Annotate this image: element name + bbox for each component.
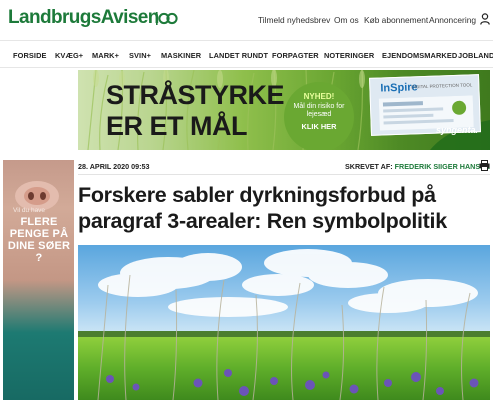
syngenta-logo: syngenta. [436, 125, 479, 135]
link-advertising[interactable]: Annoncering [429, 15, 476, 25]
banner-ad[interactable]: STRÅSTYRKE ER ET MÅL NYHED! Mål din risi… [78, 70, 490, 150]
nav-item-forpagter[interactable]: FORPAGTER [272, 51, 319, 60]
link-subscribe[interactable]: Køb abonnement [364, 15, 428, 25]
user-icon[interactable] [480, 13, 490, 25]
nav-item-forside[interactable]: FORSIDE [13, 51, 47, 60]
side-ad[interactable]: Vil du have FLERE PENGE PÅ DINE SØER ? [3, 160, 74, 400]
link-newsletter[interactable]: Tilmeld nyhedsbrev [258, 15, 330, 25]
nav-item-ejendomsmarked[interactable]: EJENDOMSMARKED [382, 51, 457, 60]
print-icon[interactable] [479, 160, 490, 171]
side-ad-headline: FLERE PENGE PÅ DINE SØER ? [7, 216, 71, 264]
article-date: 28. APRIL 2020 09:53 [78, 162, 150, 171]
logo-rings-icon [156, 12, 178, 25]
meta-divider [78, 174, 490, 175]
side-ad-line3: DINE SØER [7, 240, 71, 252]
nav-item-kvaeg[interactable]: KVÆG+ [55, 51, 83, 60]
banner-badge-title: NYHED! [303, 92, 335, 101]
logo-text-avisen: Avisen [100, 7, 160, 28]
article-byline: SKREVET AF: FREDERIK SIIGER HANSEN [345, 162, 490, 171]
article-hero-image[interactable] [78, 245, 490, 400]
banner-cta-button[interactable]: KLIK HER [292, 122, 346, 131]
side-ad-line1: FLERE [20, 216, 58, 228]
nav-item-landet-rundt[interactable]: LANDET RUNDT [209, 51, 268, 60]
site-header: LandbrugsAvisen Tilmeld nyhedsbrev Om os… [0, 0, 493, 38]
logo-text-landbrugs: Landbrugs [8, 7, 101, 28]
main-nav: FORSIDE KVÆG+ MARK+ SVIN+ MASKINER LANDE… [0, 40, 493, 68]
side-ad-line2: PENGE PÅ [9, 228, 69, 240]
banner-headline-line2: ER ET MÅL [106, 111, 248, 141]
banner-badge[interactable]: NYHED! Mål din risiko for lejesæd KLIK H… [284, 82, 354, 150]
nav-item-mark[interactable]: MARK+ [92, 51, 119, 60]
byline-label: SKREVET AF: [345, 162, 393, 171]
byline-author[interactable]: FREDERIK SIIGER HANSEN [395, 162, 490, 171]
link-about[interactable]: Om os [334, 15, 359, 25]
meadow-photo [78, 245, 490, 400]
banner-badge-text: Mål din risiko for lejesæd [293, 103, 345, 118]
banner-headline: STRÅSTYRKE ER ET MÅL [106, 80, 285, 142]
nav-item-maskiner[interactable]: MASKINER [161, 51, 201, 60]
nav-item-joblande[interactable]: JOBLANDE [458, 51, 493, 60]
banner-headline-line1: STRÅSTYRKE [106, 80, 285, 110]
site-logo[interactable]: LandbrugsAvisen [8, 7, 159, 29]
article-headline: Forskere sabler dyrkningsforbud på parag… [78, 183, 447, 233]
side-ad-line4: ? [35, 252, 43, 264]
inspire-tagline: DIGITAL PROTECTION TOOL [411, 82, 473, 90]
side-ad-small-text: Vil du have [13, 207, 46, 214]
nav-item-noteringer[interactable]: NOTERINGER [324, 51, 374, 60]
nav-item-svin[interactable]: SVIN+ [129, 51, 151, 60]
